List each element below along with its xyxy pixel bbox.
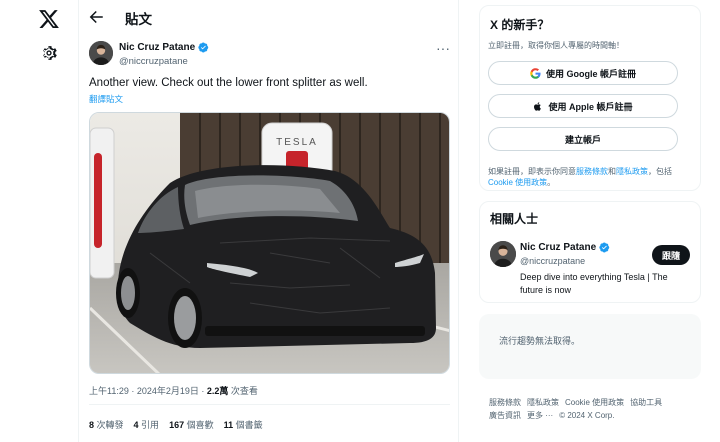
related-people-card: 相關人士 Nic Cruz Patane @niccruzpatane 跟隨 D… — [479, 201, 701, 303]
tweet-time[interactable]: 上午11:29 · 2024年2月19日 · — [89, 386, 207, 396]
bookmarks-label[interactable]: 個書籤 — [233, 420, 263, 430]
gear-icon[interactable] — [40, 44, 58, 62]
reposts-label[interactable]: 次轉發 — [94, 420, 124, 430]
create-account-label[interactable]: 建立帳戶 — [565, 133, 601, 146]
footer-link-ads[interactable]: 廣告資訊 — [489, 411, 521, 420]
author-name[interactable]: Nic Cruz Patane — [119, 42, 209, 53]
tweet-text: Another view. Check out the lower front … — [89, 77, 368, 89]
privacy-policy-link[interactable]: 隱私政策 — [616, 167, 648, 176]
follow-button[interactable]: 跟隨 — [652, 245, 690, 265]
related-name-text[interactable]: Nic Cruz Patane — [520, 242, 596, 253]
view-label: 次查看 — [228, 386, 258, 396]
divider — [89, 404, 450, 405]
author-name-text[interactable]: Nic Cruz Patane — [119, 42, 195, 53]
footer: 服務條款 隱私政策 Cookie 使用政策 協助工具 廣告資訊 更多 ··· © 2024… — [489, 396, 709, 422]
footer-copyright: © 2024 X Corp. — [559, 411, 615, 420]
svg-text:TESLA: TESLA — [276, 137, 318, 148]
author-avatar[interactable] — [89, 41, 113, 65]
signup-card: X 的新手？ 立即註冊，取得你個人專屬的時間軸！ 使用 Google 帳戶註冊 … — [479, 5, 701, 191]
google-signup-label[interactable]: 使用 Google 帳戶註冊 — [546, 67, 636, 80]
author-handle[interactable]: @niccruzpatane — [119, 56, 188, 67]
trends-card: 流行趨勢無法取得。 — [479, 314, 701, 379]
reposts-stat[interactable]: 8 次轉發 — [89, 418, 124, 431]
tweet-meta: 上午11:29 · 2024年2月19日 · 2.2萬 次查看 — [89, 384, 258, 397]
apple-icon — [534, 101, 542, 111]
terms-prefix: 如果註冊，即表示你同意 — [488, 167, 576, 176]
verified-badge-icon — [599, 242, 610, 253]
right-sidebar: X 的新手？ 立即註冊，取得你個人專屬的時間軸！ 使用 Google 帳戶註冊 … — [459, 0, 720, 442]
related-name[interactable]: Nic Cruz Patane — [520, 242, 610, 253]
arrow-left-icon[interactable] — [87, 8, 105, 26]
verified-badge-icon — [198, 42, 209, 53]
tweet-image[interactable]: TESLA — [89, 112, 450, 374]
related-bio: Deep dive into everything Tesla | The fu… — [520, 272, 668, 295]
likes-count[interactable]: 167 — [169, 420, 184, 430]
left-rail — [0, 0, 78, 442]
footer-link-privacy[interactable]: 隱私政策 — [527, 398, 559, 407]
footer-link-cookies[interactable]: Cookie 使用政策 — [565, 398, 624, 407]
likes-stat[interactable]: 167 個喜歡 — [169, 418, 214, 431]
page-title: 貼文 — [125, 12, 152, 27]
trends-unavailable-text: 流行趨勢無法取得。 — [499, 336, 581, 346]
quotes-label[interactable]: 引用 — [139, 420, 159, 430]
bookmarks-stat[interactable]: 11 個書籤 — [224, 418, 263, 431]
signup-title: X 的新手？ — [490, 18, 550, 32]
google-icon — [530, 67, 541, 79]
terms-of-service-link[interactable]: 服務條款 — [576, 167, 608, 176]
bookmarks-count[interactable]: 11 — [224, 420, 234, 430]
tweet-stats: 8 次轉發 4 引用 167 個喜歡 11 個書籤 — [89, 418, 263, 431]
apple-signup-button[interactable]: 使用 Apple 帳戶註冊 — [488, 94, 678, 118]
footer-link-more[interactable]: 更多 ··· — [527, 411, 553, 420]
footer-link-accessibility[interactable]: 協助工具 — [630, 398, 662, 407]
signup-terms: 如果註冊，即表示你同意服務條款和隱私政策，包括 Cookie 使用政策。 — [488, 166, 693, 188]
terms-end: 。 — [547, 178, 556, 187]
main-column: 貼文 Nic Cruz Patane @niccruzpatane ··· An… — [78, 0, 459, 442]
create-account-button[interactable]: 建立帳戶 — [488, 127, 678, 151]
top-bar: 貼文 — [79, 0, 460, 34]
cookie-policy-link[interactable]: Cookie 使用政策 — [488, 178, 547, 187]
terms-include: ，包括 — [648, 167, 672, 176]
more-options-icon[interactable]: ··· — [436, 40, 450, 56]
signup-subtitle: 立即註冊，取得你個人專屬的時間軸！ — [488, 41, 624, 50]
terms-and: 和 — [608, 167, 616, 176]
related-title: 相關人士 — [490, 212, 539, 226]
apple-signup-label[interactable]: 使用 Apple 帳戶註冊 — [548, 100, 632, 113]
car-photo: TESLA — [90, 113, 449, 373]
view-count: 2.2萬 — [206, 386, 229, 396]
related-handle[interactable]: @niccruzpatane — [520, 256, 585, 266]
google-signup-button[interactable]: 使用 Google 帳戶註冊 — [488, 61, 678, 85]
x-logo-icon[interactable] — [38, 8, 60, 30]
translate-link[interactable]: 翻譯貼文 — [89, 93, 123, 105]
related-avatar[interactable] — [490, 241, 516, 267]
quotes-stat[interactable]: 4 引用 — [134, 418, 160, 431]
footer-link-terms[interactable]: 服務條款 — [489, 398, 521, 407]
likes-label[interactable]: 個喜歡 — [184, 420, 214, 430]
